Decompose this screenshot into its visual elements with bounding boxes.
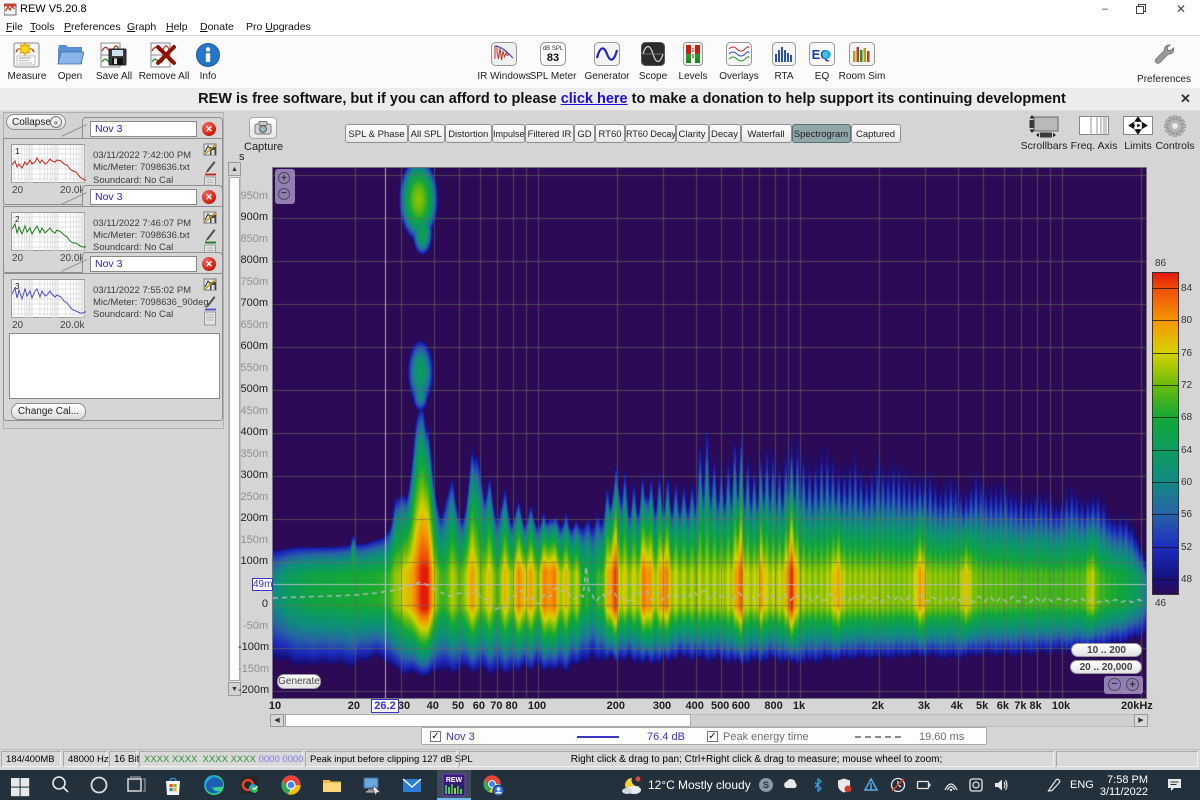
svg-text:S: S <box>763 780 769 790</box>
svg-text:9: 9 <box>692 54 695 60</box>
svg-text:REW: REW <box>446 777 463 784</box>
svg-text:1: 1 <box>15 147 20 156</box>
svg-text:3: 3 <box>15 282 20 291</box>
svg-text:2: 2 <box>15 215 20 224</box>
svg-text:83: 83 <box>547 52 559 64</box>
